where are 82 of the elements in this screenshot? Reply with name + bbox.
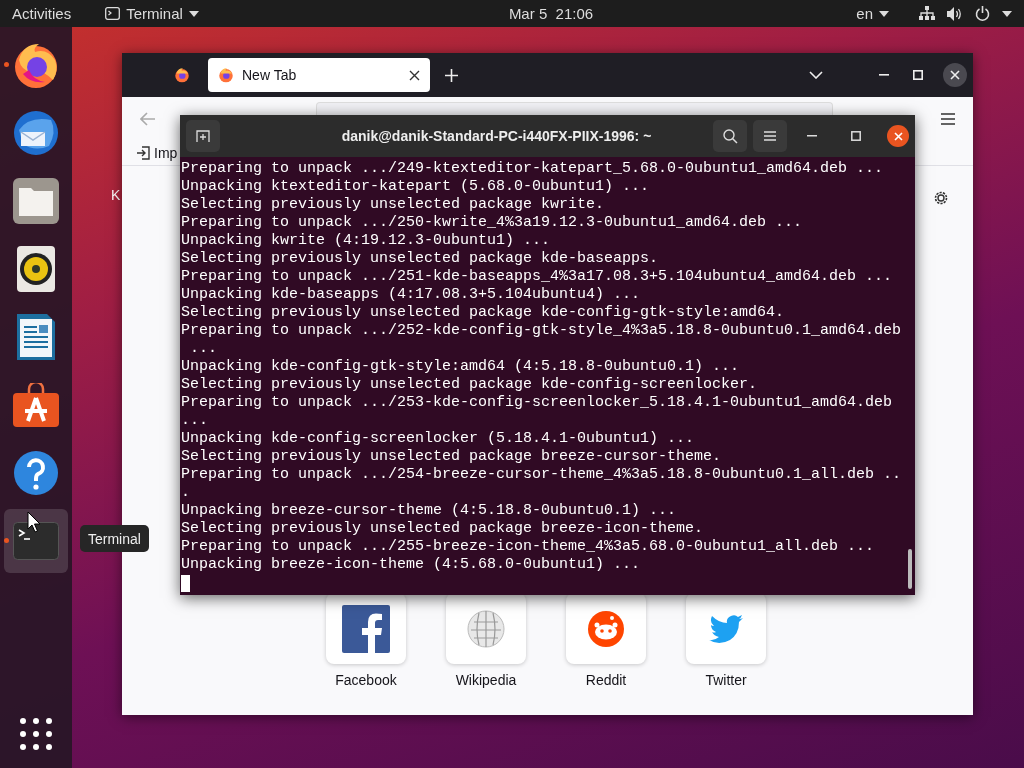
bird-logo-icon — [709, 614, 743, 643]
desktop-icon-label: K — [111, 187, 121, 203]
terminal-output-line: Unpacking kde-baseapps (4:17.08.3+5.104ubuntu4) ... — [181, 286, 642, 304]
fox-globe-icon[interactable] — [174, 67, 190, 83]
terminal-output-line: Unpacking breeze-icon-theme (4:5.68.0-0ubuntu1) ... — [181, 556, 642, 574]
grid-icon — [20, 718, 52, 750]
terminal-icon — [105, 7, 121, 20]
folder-icon — [13, 178, 59, 224]
menu-button[interactable] — [753, 120, 787, 152]
close-icon — [893, 131, 903, 141]
terminal-output-line: ... — [189, 340, 218, 358]
clock[interactable]: Mar 5 21:06 — [502, 0, 600, 27]
shortcut-label: Reddit — [585, 672, 627, 688]
shortcut-tile[interactable] — [686, 593, 766, 664]
terminal-output-line: Selecting previously unselected package breeze-icon-theme. — [181, 520, 705, 538]
shortcut-tile[interactable] — [326, 593, 406, 664]
caret-icon — [879, 10, 889, 17]
minimize-icon[interactable] — [807, 135, 817, 137]
power-icon — [975, 6, 990, 21]
terminal-icon — [13, 522, 59, 560]
maximize-icon[interactable] — [913, 70, 923, 80]
question-mark-icon — [13, 450, 59, 496]
terminal-output-line: Selecting previously unselected package kwrite. — [181, 196, 606, 214]
network-icon — [919, 6, 935, 21]
import-icon — [136, 145, 150, 160]
terminal-output-line: Unpacking kde-config-screenlocker (5.18.4.1-0ubuntu1) ... — [181, 430, 696, 448]
shortcut-tile[interactable] — [446, 593, 526, 664]
terminal-output-line: Selecting previously unselected package breeze-cursor-theme. — [181, 448, 723, 466]
menu-icon[interactable] — [941, 112, 955, 125]
terminal-output-line: Preparing to unpack .../255-breeze-icon-theme_4%3a5.68.0-0ubuntu1_all.deb ... — [181, 538, 876, 556]
letter-f-logo-icon — [342, 604, 390, 653]
terminal-output-line: Preparing to unpack .../251-kde-baseapps_4%3a17.08.3+5.104ubuntu4_amd64.deb ... — [181, 268, 894, 286]
tooltip: Terminal — [80, 525, 149, 552]
app-menu[interactable]: Terminal — [99, 0, 205, 27]
mouse-pointer-icon — [27, 511, 41, 533]
activities-button[interactable]: Activities — [6, 0, 78, 27]
fox-globe-icon — [218, 67, 234, 83]
search-icon — [722, 128, 738, 144]
new-tab-icon — [196, 129, 210, 143]
terminal-output-line: Preparing to unpack .../254-breeze-cursor-theme_4%3a5.18.8-0ubuntu0.1_all.deb .. — [181, 466, 903, 484]
shortcut-label: Twitter — [705, 672, 747, 688]
maximize-icon[interactable] — [851, 131, 861, 141]
caret-icon — [1002, 10, 1012, 17]
chevron-down-icon[interactable] — [809, 71, 823, 79]
settings-icon[interactable] — [933, 190, 949, 206]
document-icon — [17, 314, 55, 360]
bookmark-item[interactable]: Imp — [136, 144, 178, 161]
mail-globe-icon — [11, 108, 61, 158]
terminal-output-line: Unpacking breeze-cursor-theme (4:5.18.8-0ubuntu0.1) ... — [181, 502, 678, 520]
terminal-output-line: Unpacking ktexteditor-katepart (5.68.0-0ubuntu1) ... — [181, 178, 651, 196]
text-cursor — [181, 575, 190, 592]
terminal-output-line: Unpacking kwrite (4:19.12.3-0ubuntu1) ... — [181, 232, 552, 250]
alien-face-logo-icon — [588, 610, 624, 647]
dock-item[interactable] — [4, 509, 68, 573]
terminal-output-line: . — [181, 484, 191, 502]
close-icon — [950, 70, 960, 80]
close-icon[interactable] — [409, 69, 420, 81]
shortcut-label: Facebook — [335, 672, 397, 688]
terminal-output-line: Unpacking kde-config-gtk-style:amd64 (4:5.18.8-0ubuntu0.1) ... — [181, 358, 741, 376]
plus-icon[interactable] — [445, 68, 458, 82]
close-button[interactable] — [943, 63, 967, 87]
terminal-output-line: Selecting previously unselected package kde-config-gtk-style:amd64. — [181, 304, 786, 322]
window-title: danik@danik-Standard-PC-i440FX-PIIX-1996: ~ — [340, 128, 653, 144]
terminal-output-line: Selecting previously unselected package kde-config-screenlocker. — [181, 376, 759, 394]
search-button[interactable] — [713, 120, 747, 152]
shortcut-tile[interactable] — [566, 593, 646, 664]
terminal-output-line: Preparing to unpack .../253-kde-config-screenlocker_5.18.4.1-0ubuntu1_amd64.deb — [181, 394, 894, 412]
volume-icon — [947, 6, 963, 21]
caret-icon — [188, 10, 199, 17]
speaker-icon — [17, 246, 55, 292]
shopping-bag-icon — [13, 383, 59, 427]
input-source-menu[interactable]: en — [850, 0, 895, 27]
terminal-output-line: ... — [181, 412, 209, 430]
browser-tab[interactable]: New Tab — [208, 58, 430, 92]
shortcut-label: Wikipedia — [455, 672, 517, 688]
terminal-output-line: Preparing to unpack .../249-ktexteditor-katepart_5.68.0-0ubuntu1_amd64.deb ... — [181, 160, 885, 178]
new-tab-button[interactable] — [186, 120, 220, 152]
terminal-output-line: Preparing to unpack .../252-kde-config-gtk-style_4%3a5.18.8-0ubuntu0.1_amd64.deb — [181, 322, 903, 340]
menu-icon — [764, 131, 776, 141]
terminal-output-line: Preparing to unpack .../250-kwrite_4%3a19.12.3-0ubuntu1_amd64.deb ... — [181, 214, 804, 232]
close-button[interactable] — [887, 125, 909, 147]
terminal-output-line: Selecting previously unselected package kde-baseapps. — [181, 250, 660, 268]
